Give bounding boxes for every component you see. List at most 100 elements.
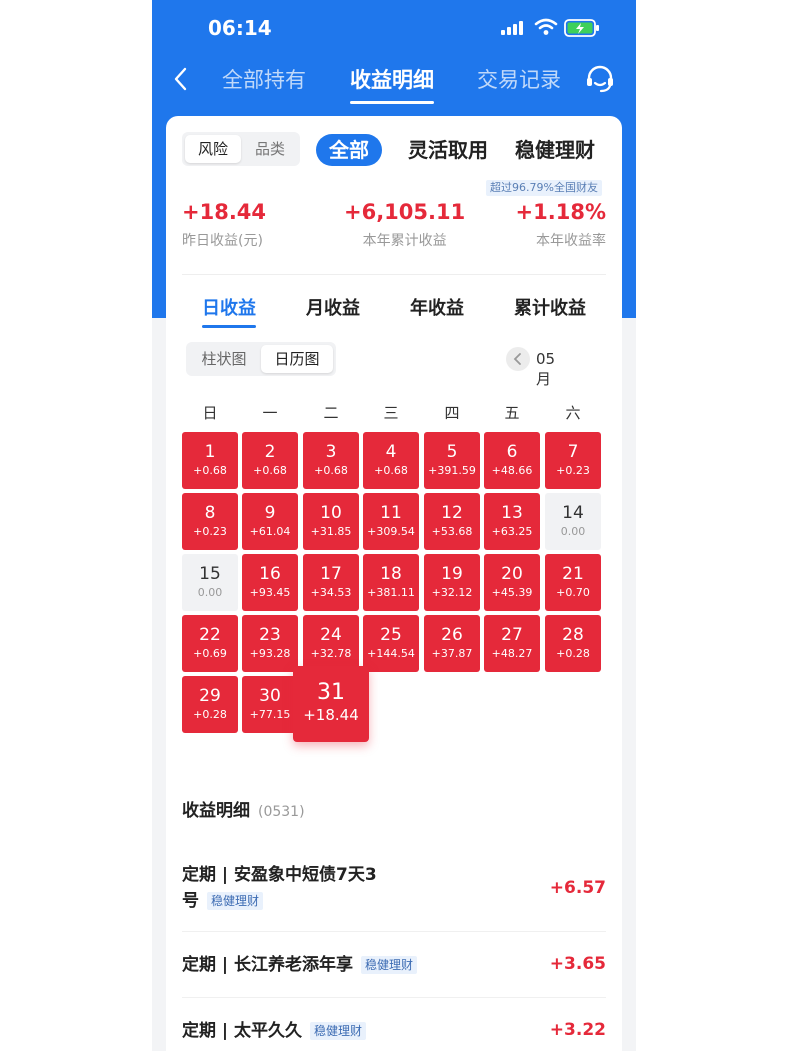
- detail-name-text: 定期 | 太平久久: [182, 1021, 303, 1041]
- calendar-day-2[interactable]: 2 +0.68: [242, 432, 298, 489]
- weekday-label: 四: [444, 404, 460, 422]
- detail-row[interactable]: 定期 | 长江养老添年享 稳健理财 +3.65: [182, 932, 606, 998]
- calendar-day-20[interactable]: 20 +45.39: [484, 554, 540, 611]
- weekday-label: 日: [202, 404, 218, 422]
- day-number: 9: [264, 503, 276, 523]
- stat-year-total: +6,105.11 本年累计收益: [344, 200, 465, 250]
- day-number: 6: [506, 442, 518, 462]
- back-arrow-icon[interactable]: [172, 66, 190, 92]
- phone-screen: 06:14 全部持有 收益明细 交易记录 风险 品类 全部 灵活取用 稳健理财 …: [152, 0, 636, 1051]
- day-amount: +93.28: [249, 647, 291, 660]
- calendar-day-16[interactable]: 16 +93.45: [242, 554, 298, 611]
- filter-tab-flexible[interactable]: 灵活取用: [408, 134, 488, 166]
- view-toggle: 柱状图 日历图: [186, 342, 336, 376]
- day-number: 14: [562, 503, 584, 523]
- calendar-day-3[interactable]: 3 +0.68: [303, 432, 359, 489]
- stat-value: +18.44: [182, 200, 267, 224]
- calendar-day-14[interactable]: 14 0.00: [545, 493, 601, 550]
- detail-row[interactable]: 定期 | 太平久久 稳健理财 +3.22: [182, 998, 606, 1051]
- calendar-day-7[interactable]: 7 +0.23: [545, 432, 601, 489]
- calendar-day-12[interactable]: 12 +53.68: [424, 493, 480, 550]
- detail-name-line1: 定期 | 安盈象中短债7天3: [182, 865, 377, 885]
- prev-month-button[interactable]: [506, 347, 530, 371]
- day-amount: +0.23: [556, 464, 590, 477]
- calendar-day-31[interactable]: 31 +18.44: [293, 666, 369, 742]
- day-amount: +93.45: [249, 586, 291, 599]
- day-amount: +0.28: [556, 647, 590, 660]
- day-amount: 0.00: [560, 525, 586, 538]
- calendar-day-10[interactable]: 10 +31.85: [303, 493, 359, 550]
- day-number: 12: [441, 503, 463, 523]
- calendar-day-4[interactable]: 4 +0.68: [363, 432, 419, 489]
- calendar-day-13[interactable]: 13 +63.25: [484, 493, 540, 550]
- day-number: 24: [320, 625, 342, 645]
- tab-all-holdings[interactable]: 全部持有: [222, 64, 306, 94]
- status-time: 06:14: [208, 16, 272, 40]
- calendar-day-8[interactable]: 8 +0.23: [182, 493, 238, 550]
- calendar-day-21[interactable]: 21 +0.70: [545, 554, 601, 611]
- calendar-day-5[interactable]: 5 +391.59: [424, 432, 480, 489]
- day-amount: +0.69: [193, 647, 227, 660]
- calendar-day-15[interactable]: 15 0.00: [182, 554, 238, 611]
- calendar-day-6[interactable]: 6 +48.66: [484, 432, 540, 489]
- weekday-label: 六: [565, 404, 581, 422]
- day-amount: +48.27: [491, 647, 533, 660]
- calendar-day-11[interactable]: 11 +309.54: [363, 493, 419, 550]
- day-number: 26: [441, 625, 463, 645]
- filter-tab-all[interactable]: 全部: [316, 134, 382, 166]
- calendar-day-30[interactable]: 30 +77.15: [242, 676, 298, 733]
- day-number: 13: [501, 503, 523, 523]
- calendar-day-23[interactable]: 23 +93.28: [242, 615, 298, 672]
- status-bar: 06:14: [152, 0, 636, 56]
- stat-value: +1.18%: [515, 200, 606, 224]
- period-tab-cumulative[interactable]: 累计收益: [514, 294, 586, 320]
- calendar-day-28[interactable]: 28 +0.28: [545, 615, 601, 672]
- tab-transaction-records[interactable]: 交易记录: [477, 64, 561, 94]
- calendar-day-25[interactable]: 25 +144.54: [363, 615, 419, 672]
- detail-name-line2: 号: [182, 891, 199, 911]
- segment-risk[interactable]: 风险: [185, 135, 241, 163]
- view-calendar[interactable]: 日历图: [261, 345, 333, 373]
- day-number: 18: [380, 564, 402, 584]
- category-segment: 风险 品类: [182, 132, 300, 166]
- detail-row[interactable]: 定期 | 安盈象中短债7天3 号稳健理财 +6.57: [182, 844, 606, 932]
- details-date-code: (0531): [258, 804, 305, 820]
- calendar-day-24[interactable]: 24 +32.78: [303, 615, 359, 672]
- tab-earnings-detail[interactable]: 收益明细: [350, 64, 434, 104]
- day-amount: +32.12: [431, 586, 473, 599]
- calendar-day-18[interactable]: 18 +381.11: [363, 554, 419, 611]
- segment-category[interactable]: 品类: [242, 135, 298, 163]
- day-amount: +0.68: [193, 464, 227, 477]
- day-number: 17: [320, 564, 342, 584]
- day-amount: +0.68: [374, 464, 408, 477]
- detail-tag: 稳健理财: [310, 1022, 367, 1040]
- detail-name: 定期 | 长江养老添年享 稳健理财: [182, 952, 418, 978]
- filter-tab-stable[interactable]: 稳健理财: [515, 134, 595, 166]
- calendar-day-1[interactable]: 1 +0.68: [182, 432, 238, 489]
- day-number: 4: [385, 442, 397, 462]
- wifi-icon: [534, 18, 558, 35]
- period-tab-monthly[interactable]: 月收益: [306, 294, 360, 320]
- day-number: 19: [441, 564, 463, 584]
- period-tab-yearly[interactable]: 年收益: [410, 294, 464, 320]
- divider: [182, 274, 606, 275]
- details-title: 收益明细: [182, 801, 250, 821]
- view-bar-chart[interactable]: 柱状图: [189, 345, 259, 373]
- calendar-day-27[interactable]: 27 +48.27: [484, 615, 540, 672]
- day-number: 25: [380, 625, 402, 645]
- calendar-day-9[interactable]: 9 +61.04: [242, 493, 298, 550]
- day-number: 29: [199, 686, 221, 706]
- calendar-day-19[interactable]: 19 +32.12: [424, 554, 480, 611]
- calendar-day-29[interactable]: 29 +0.28: [182, 676, 238, 733]
- stat-label: 昨日收益(元): [182, 233, 263, 249]
- day-amount: +48.66: [491, 464, 533, 477]
- calendar-day-26[interactable]: 26 +37.87: [424, 615, 480, 672]
- customer-service-icon[interactable]: [584, 64, 616, 94]
- day-number: 1: [204, 442, 216, 462]
- day-number: 15: [199, 564, 221, 584]
- top-nav: 全部持有 收益明细 交易记录: [152, 56, 636, 104]
- calendar-day-22[interactable]: 22 +0.69: [182, 615, 238, 672]
- stat-yesterday: +18.44 昨日收益(元): [182, 200, 266, 250]
- calendar-day-17[interactable]: 17 +34.53: [303, 554, 359, 611]
- period-tab-daily[interactable]: 日收益: [202, 294, 256, 328]
